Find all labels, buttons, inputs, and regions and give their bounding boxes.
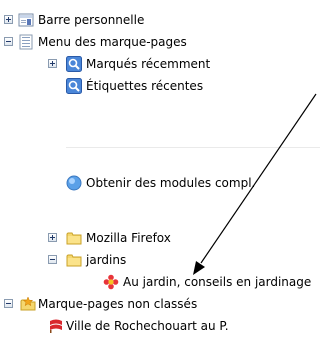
tree-item-get-addons[interactable]: Obtenir des modules compl. bbox=[0, 172, 320, 194]
expand-plus-icon[interactable] bbox=[4, 15, 13, 24]
expand-plus-icon[interactable] bbox=[48, 233, 57, 242]
tree-item-label: Barre personnelle bbox=[38, 13, 145, 27]
flower-favicon-icon bbox=[103, 274, 119, 290]
tree-item-label: Ville de Rochechouart au P. bbox=[66, 319, 229, 333]
collapse-minus-icon[interactable] bbox=[48, 255, 57, 264]
town-favicon-icon bbox=[50, 319, 62, 333]
collapse-minus-icon[interactable] bbox=[4, 299, 13, 308]
recently-bookmarked-icon bbox=[66, 56, 82, 72]
tree-item-label: Au jardin, conseils en jardinage bbox=[123, 275, 312, 289]
tree-separator bbox=[66, 147, 320, 148]
tree-item-label: Mozilla Firefox bbox=[86, 231, 171, 245]
tree-item-bookmarks-menu[interactable]: Menu des marque-pages bbox=[0, 31, 320, 53]
folder-icon bbox=[66, 254, 82, 267]
tree-item-label: Étiquettes récentes bbox=[86, 79, 204, 93]
unsorted-bookmarks-icon bbox=[20, 296, 36, 311]
tree-item-au-jardin[interactable]: Au jardin, conseils en jardinage bbox=[0, 271, 320, 293]
folder-icon bbox=[66, 232, 82, 245]
expand-plus-icon[interactable] bbox=[48, 59, 57, 68]
tree-item-recent-tags[interactable]: Étiquettes récentes bbox=[0, 75, 320, 97]
tree-item-recently-bookmarked[interactable]: Marqués récemment bbox=[0, 53, 320, 75]
bookmarks-toolbar-icon bbox=[18, 13, 34, 27]
tree-item-unsorted-bookmarks[interactable]: Marque-pages non classés bbox=[0, 293, 320, 315]
tree-item-label: Marque-pages non classés bbox=[38, 297, 198, 311]
tree-item-label: Menu des marque-pages bbox=[38, 35, 187, 49]
recent-tags-icon bbox=[66, 78, 82, 94]
tree-item-mozilla-firefox[interactable]: Mozilla Firefox bbox=[0, 227, 320, 249]
collapse-minus-icon[interactable] bbox=[4, 37, 13, 46]
get-addons-icon bbox=[66, 175, 82, 191]
tree-item-jardins[interactable]: jardins bbox=[0, 249, 320, 271]
tree-item-ville-rochechouart[interactable]: Ville de Rochechouart au P. bbox=[0, 315, 320, 337]
bookmarks-menu-icon bbox=[19, 34, 33, 50]
tree-item-label: jardins bbox=[86, 253, 127, 267]
tree-item-label: Marqués récemment bbox=[86, 57, 211, 71]
tree-item-label: Obtenir des modules compl. bbox=[86, 176, 256, 190]
tree-item-bookmarks-toolbar[interactable]: Barre personnelle bbox=[0, 9, 320, 31]
